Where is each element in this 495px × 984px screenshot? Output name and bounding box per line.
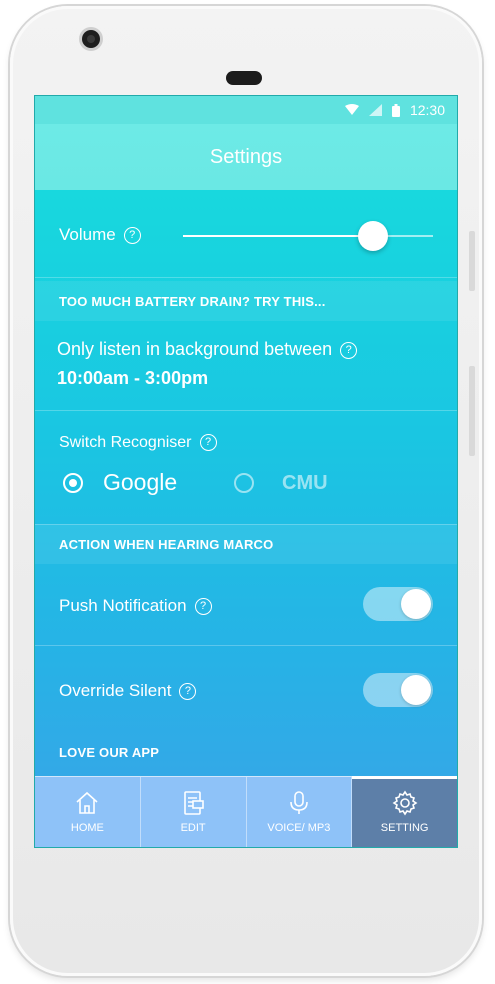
nav-edit-label: EDIT	[180, 822, 206, 834]
power-hardware-button	[469, 366, 475, 456]
volume-slider[interactable]	[183, 221, 433, 251]
cmu-radio[interactable]	[234, 473, 254, 493]
push-notification-toggle[interactable]	[363, 587, 433, 621]
radio-selected-dot	[69, 479, 77, 487]
nav-setting[interactable]: SETTING	[352, 776, 457, 847]
override-silent-toggle[interactable]	[363, 673, 433, 707]
earpiece-speaker	[226, 71, 262, 85]
signal-icon	[368, 104, 382, 116]
page-title-bar: Settings	[35, 124, 457, 190]
battery-section-header: TOO MUCH BATTERY DRAIN? TRY THIS...	[35, 281, 457, 321]
listen-window-label: Only listen in background between?	[57, 339, 358, 360]
nav-home[interactable]: HOME	[35, 777, 141, 847]
volume-label-text: Volume	[59, 225, 116, 244]
love-section-header: LOVE OUR APP	[59, 744, 160, 760]
home-icon	[76, 791, 98, 814]
action-section-header: ACTION WHEN HEARING MARCO	[35, 524, 457, 564]
volume-slider-fill	[183, 235, 373, 237]
bottom-navigation: HOME EDIT VOICE/ MP3 SETTING	[35, 776, 457, 847]
volume-hardware-button	[469, 231, 475, 291]
listen-time-range[interactable]: 10:00am - 3:00pm	[57, 368, 208, 389]
battery-icon	[391, 103, 400, 117]
cmu-option-label[interactable]: CMU	[282, 472, 328, 495]
edit-icon	[184, 791, 204, 815]
override-silent-label: Override Silent?	[59, 681, 197, 701]
push-notification-label: Push Notification?	[59, 596, 212, 616]
nav-voice-mp3[interactable]: VOICE/ MP3	[247, 777, 353, 847]
app-screen: 12:30 Settings Volume? TOO MUCH BATTERY …	[34, 95, 458, 848]
recogniser-help-icon[interactable]: ?	[199, 434, 217, 452]
push-notification-label-text: Push Notification	[59, 596, 187, 615]
nav-edit[interactable]: EDIT	[141, 777, 247, 847]
toggle-knob	[401, 675, 431, 705]
gear-icon	[392, 790, 418, 816]
recogniser-label: Switch Recogniser?	[59, 434, 217, 452]
volume-slider-thumb[interactable]	[358, 221, 388, 251]
override-silent-help-icon[interactable]: ?	[179, 683, 197, 701]
divider	[35, 277, 457, 278]
nav-home-label: HOME	[70, 822, 104, 834]
divider	[35, 645, 457, 646]
wifi-icon	[344, 104, 359, 115]
listen-window-label-text: Only listen in background between	[57, 339, 333, 359]
push-notification-help-icon[interactable]: ?	[194, 598, 212, 616]
nav-setting-label: SETTING	[380, 822, 429, 834]
recogniser-label-text: Switch Recogniser	[59, 434, 192, 451]
google-option-label[interactable]: Google	[103, 469, 177, 496]
google-radio[interactable]	[63, 473, 83, 493]
volume-label: Volume?	[59, 225, 141, 245]
toggle-knob	[401, 589, 431, 619]
front-camera	[82, 30, 100, 48]
status-time: 12:30	[409, 102, 445, 118]
nav-voice-mp3-label: VOICE/ MP3	[267, 822, 331, 834]
volume-help-icon[interactable]: ?	[123, 227, 141, 245]
microphone-icon	[290, 791, 308, 814]
status-bar: 12:30	[35, 96, 457, 124]
listen-window-help-icon[interactable]: ?	[340, 341, 358, 359]
page-title: Settings	[209, 145, 283, 168]
override-silent-label-text: Override Silent	[59, 681, 172, 700]
divider	[35, 410, 457, 411]
